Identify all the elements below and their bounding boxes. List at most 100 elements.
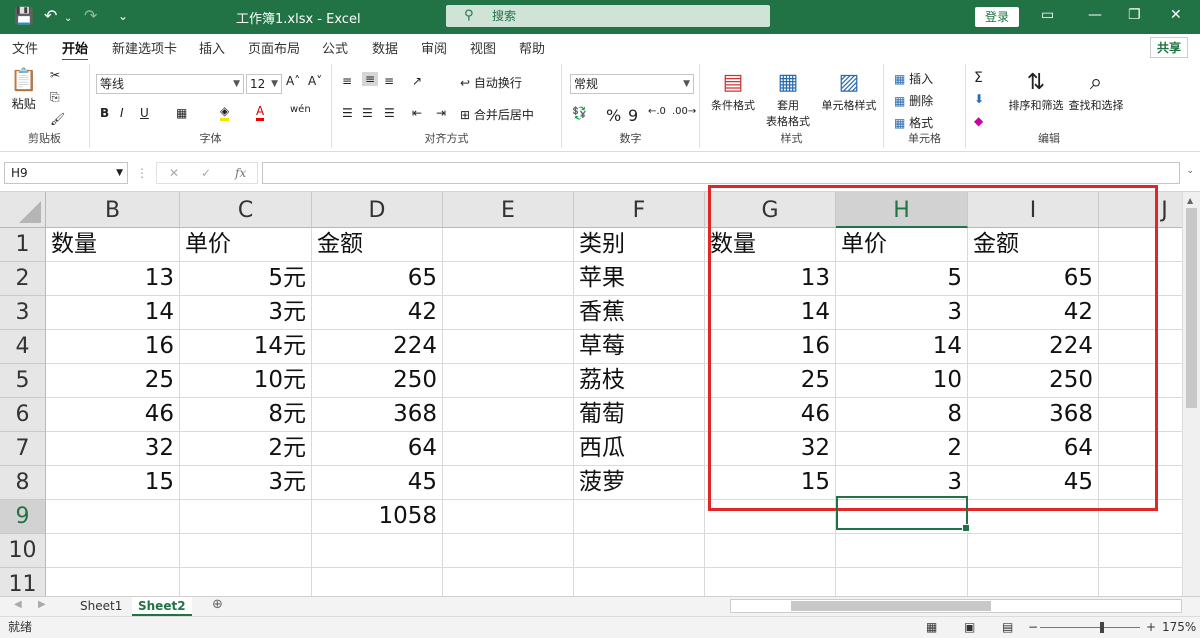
column-header-E[interactable]: E	[443, 192, 574, 228]
cell-C10[interactable]	[180, 534, 312, 568]
cell-H5[interactable]: 10	[836, 364, 968, 398]
cell-B7[interactable]: 32	[46, 432, 180, 466]
row-header-6[interactable]: 6	[0, 398, 46, 432]
login-button[interactable]: 登录	[975, 7, 1019, 27]
page-break-view-icon[interactable]: ▤	[1002, 617, 1013, 638]
add-sheet-icon[interactable]: ⊕	[212, 597, 223, 612]
row-header-11[interactable]: 11	[0, 568, 46, 596]
fill-icon[interactable]: ⬇	[974, 92, 984, 106]
paste-button[interactable]: 📋 粘贴	[10, 68, 37, 112]
font-color-icon[interactable]: A	[256, 104, 265, 121]
cell-B8[interactable]: 15	[46, 466, 180, 500]
cell-B1[interactable]: 数量	[46, 228, 180, 262]
cell-G7[interactable]: 32	[705, 432, 836, 466]
border-icon[interactable]: ▦	[176, 106, 187, 120]
cell-J3[interactable]	[1099, 296, 1182, 330]
row-header-8[interactable]: 8	[0, 466, 46, 500]
cell-H3[interactable]: 3	[836, 296, 968, 330]
orientation-icon[interactable]: ↗	[412, 74, 422, 88]
cell-G8[interactable]: 15	[705, 466, 836, 500]
cell-styles-button[interactable]: ▨ 单元格样式	[818, 70, 880, 113]
cell-E2[interactable]	[443, 262, 574, 296]
tab-7[interactable]: 审阅	[421, 38, 447, 57]
underline-button[interactable]: U	[140, 106, 149, 120]
undo-icon[interactable]: ↶	[44, 6, 57, 26]
sheet-tab-sheet1[interactable]: Sheet1	[74, 597, 128, 616]
expand-formula-icon[interactable]: ⌄	[1186, 166, 1194, 176]
align-left-icon[interactable]: ☰	[342, 106, 353, 120]
format-cells-button[interactable]: ▦ 格式	[894, 114, 933, 131]
cell-E7[interactable]	[443, 432, 574, 466]
cell-H2[interactable]: 5	[836, 262, 968, 296]
cell-J9[interactable]	[1099, 500, 1182, 534]
align-right-icon[interactable]: ☰	[384, 106, 395, 120]
column-header-G[interactable]: G	[705, 192, 836, 228]
cell-D4[interactable]: 224	[312, 330, 443, 364]
row-header-10[interactable]: 10	[0, 534, 46, 568]
cancel-icon[interactable]: ✕	[169, 163, 179, 183]
close-icon[interactable]: ✕	[1170, 7, 1182, 23]
align-bottom-icon[interactable]: ≡	[384, 74, 394, 88]
row-header-1[interactable]: 1	[0, 228, 46, 262]
enter-icon[interactable]: ✓	[201, 163, 211, 183]
conditional-format-button[interactable]: ▤ 条件格式	[708, 70, 758, 113]
cell-I2[interactable]: 65	[968, 262, 1099, 296]
cell-F11[interactable]	[574, 568, 705, 596]
vertical-scroll-thumb[interactable]	[1186, 208, 1197, 408]
cell-F4[interactable]: 草莓	[574, 330, 705, 364]
formula-input[interactable]	[262, 162, 1180, 184]
find-select-button[interactable]: ⌕ 查找和选择	[1066, 70, 1126, 113]
cell-I1[interactable]: 金额	[968, 228, 1099, 262]
cell-D7[interactable]: 64	[312, 432, 443, 466]
cell-G10[interactable]	[705, 534, 836, 568]
bold-button[interactable]: B	[100, 106, 109, 120]
cell-E1[interactable]	[443, 228, 574, 262]
cell-G6[interactable]: 46	[705, 398, 836, 432]
cell-I6[interactable]: 368	[968, 398, 1099, 432]
cell-H8[interactable]: 3	[836, 466, 968, 500]
cell-J1[interactable]	[1099, 228, 1182, 262]
cell-F1[interactable]: 类别	[574, 228, 705, 262]
cell-E10[interactable]	[443, 534, 574, 568]
format-painter-icon[interactable]: 🖌	[50, 112, 65, 126]
cell-C1[interactable]: 单价	[180, 228, 312, 262]
cell-F2[interactable]: 苹果	[574, 262, 705, 296]
cell-F5[interactable]: 荔枝	[574, 364, 705, 398]
font-size-select[interactable]: 12 ▼	[246, 74, 282, 94]
cell-I4[interactable]: 224	[968, 330, 1099, 364]
number-format-select[interactable]: 常规 ▼	[570, 74, 694, 94]
cell-H11[interactable]	[836, 568, 968, 596]
cell-I8[interactable]: 45	[968, 466, 1099, 500]
cell-B4[interactable]: 16	[46, 330, 180, 364]
customize-icon[interactable]: ⌄	[118, 6, 128, 26]
cell-H9[interactable]	[836, 500, 968, 534]
zoom-level[interactable]: 175%	[1162, 617, 1196, 638]
cell-D8[interactable]: 45	[312, 466, 443, 500]
prev-sheet-icon[interactable]: ◀	[14, 599, 22, 610]
cell-B9[interactable]	[46, 500, 180, 534]
column-header-F[interactable]: F	[574, 192, 705, 228]
cell-E5[interactable]	[443, 364, 574, 398]
copy-icon[interactable]: ⎘	[50, 90, 60, 105]
cell-J5[interactable]	[1099, 364, 1182, 398]
row-header-4[interactable]: 4	[0, 330, 46, 364]
cell-B2[interactable]: 13	[46, 262, 180, 296]
sort-filter-button[interactable]: ⇅ 排序和筛选	[1006, 70, 1066, 113]
cell-G11[interactable]	[705, 568, 836, 596]
cell-J4[interactable]	[1099, 330, 1182, 364]
align-top-icon[interactable]: ≡	[342, 74, 352, 88]
column-header-I[interactable]: I	[968, 192, 1099, 228]
save-icon[interactable]: 💾	[14, 6, 34, 26]
cell-J6[interactable]	[1099, 398, 1182, 432]
row-header-9[interactable]: 9	[0, 500, 46, 534]
format-as-table-button[interactable]: ▦ 套用 表格格式	[760, 70, 816, 129]
zoom-slider-thumb[interactable]	[1100, 622, 1104, 633]
column-header-J[interactable]: J	[1099, 192, 1182, 228]
column-header-C[interactable]: C	[180, 192, 312, 228]
cell-C7[interactable]: 2元	[180, 432, 312, 466]
cell-I9[interactable]	[968, 500, 1099, 534]
cell-B10[interactable]	[46, 534, 180, 568]
decrease-decimal-icon[interactable]: .00→	[672, 106, 696, 117]
ribbon-display-icon[interactable]: ▭	[1041, 7, 1054, 23]
outdent-icon[interactable]: ⇥	[436, 106, 446, 120]
